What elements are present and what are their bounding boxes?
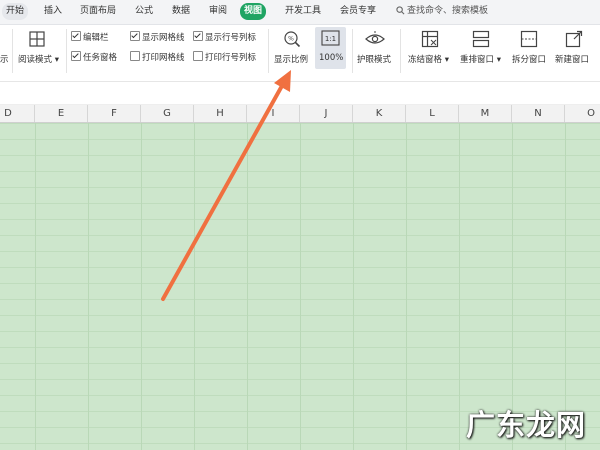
print-gridlines-label: 打印网格线	[142, 53, 185, 63]
column-header-i[interactable]: I	[247, 105, 300, 122]
split-window-button[interactable]: 拆分窗口	[512, 53, 546, 65]
column-header-l[interactable]: L	[406, 105, 459, 122]
search-icon	[396, 6, 405, 15]
tab-insert[interactable]: 插入	[40, 3, 66, 20]
ribbon: 示 阅读模式 ▾ 编辑栏 任务窗格 显示网格线 打印网格线 显示行号列标 打印行…	[0, 25, 600, 82]
column-header-o[interactable]: O	[565, 105, 600, 122]
ribbon-separator	[268, 29, 269, 73]
column-header-h[interactable]: H	[194, 105, 247, 122]
column-header-m[interactable]: M	[459, 105, 512, 122]
show-gridlines-checkbox[interactable]: 显示网格线	[130, 31, 185, 43]
print-gridlines-checkbox[interactable]: 打印网格线	[130, 51, 185, 63]
svg-text:%: %	[288, 36, 294, 43]
actual-size-icon: 1:1	[321, 30, 340, 46]
show-headers-label: 显示行号列标	[205, 33, 257, 43]
watermark-text: 广东龙网	[466, 408, 587, 442]
column-header-f[interactable]: F	[88, 105, 141, 122]
column-header-n[interactable]: N	[512, 105, 565, 122]
zoom-icon[interactable]: %	[283, 30, 301, 48]
print-headers-checkbox[interactable]: 打印行号列标	[193, 51, 256, 63]
arrange-windows-icon[interactable]	[472, 30, 490, 48]
eye-icon[interactable]	[365, 31, 385, 47]
reading-mode-label: 阅读模式	[18, 55, 53, 65]
eye-mode-button[interactable]: 护眼模式	[357, 53, 391, 65]
reading-mode-button[interactable]: 阅读模式 ▾	[18, 53, 59, 65]
print-headers-label: 打印行号列标	[205, 53, 257, 63]
tab-formula[interactable]: 公式	[131, 3, 157, 20]
freeze-panes-icon[interactable]	[421, 30, 439, 48]
search-placeholder: 查找命令、搜索模板	[407, 6, 489, 16]
tab-data[interactable]: 数据	[168, 3, 194, 20]
new-window-icon[interactable]	[565, 30, 583, 48]
column-header-d[interactable]: D	[0, 105, 35, 122]
arrange-windows-label: 重排窗口	[460, 55, 495, 65]
freeze-panes-button[interactable]: 冻结窗格 ▾	[408, 53, 449, 65]
column-header-j[interactable]: J	[300, 105, 353, 122]
ribbon-separator	[400, 29, 401, 73]
split-window-icon[interactable]	[520, 30, 538, 48]
tab-view[interactable]: 视图	[240, 3, 267, 20]
freeze-panes-label: 冻结窗格	[408, 55, 443, 65]
edit-bar-label: 编辑栏	[83, 33, 109, 43]
new-window-button[interactable]: 新建窗口	[555, 53, 589, 65]
formula-bar-area	[0, 82, 600, 105]
cell-grid[interactable]	[0, 123, 600, 450]
show-gridlines-label: 显示网格线	[142, 33, 185, 43]
ribbon-separator	[12, 29, 13, 73]
search-box[interactable]: 查找命令、搜索模板	[396, 3, 488, 20]
reading-mode-icon[interactable]	[28, 30, 46, 48]
column-header-g[interactable]: G	[141, 105, 194, 122]
task-pane-label: 任务窗格	[83, 53, 118, 63]
zoom-button[interactable]: 显示比例	[274, 53, 308, 65]
tab-home[interactable]: 开始	[2, 3, 29, 20]
ribbon-separator	[352, 29, 353, 73]
tab-page-layout[interactable]: 页面布局	[76, 3, 120, 20]
column-header-e[interactable]: E	[35, 105, 88, 122]
tab-member[interactable]: 会员专享	[336, 3, 380, 20]
show-headers-checkbox[interactable]: 显示行号列标	[193, 31, 256, 43]
ribbon-separator	[66, 29, 67, 73]
column-header: D E F G H I J K L M N O	[0, 105, 600, 123]
arrange-windows-button[interactable]: 重排窗口 ▾	[460, 53, 501, 65]
menu-bar: 开始 插入 页面布局 公式 数据 审阅 视图 开发工具 会员专享 查找命令、搜索…	[0, 0, 600, 25]
zoom-100-label: 100%	[319, 53, 344, 63]
task-pane-checkbox[interactable]: 任务窗格	[71, 51, 117, 63]
tab-developer[interactable]: 开发工具	[281, 3, 325, 20]
edit-bar-checkbox[interactable]: 编辑栏	[71, 31, 109, 43]
column-header-k[interactable]: K	[353, 105, 406, 122]
svg-text:1:1: 1:1	[325, 35, 336, 43]
tab-review[interactable]: 审阅	[205, 3, 231, 20]
cut-off-label: 示	[0, 55, 9, 65]
